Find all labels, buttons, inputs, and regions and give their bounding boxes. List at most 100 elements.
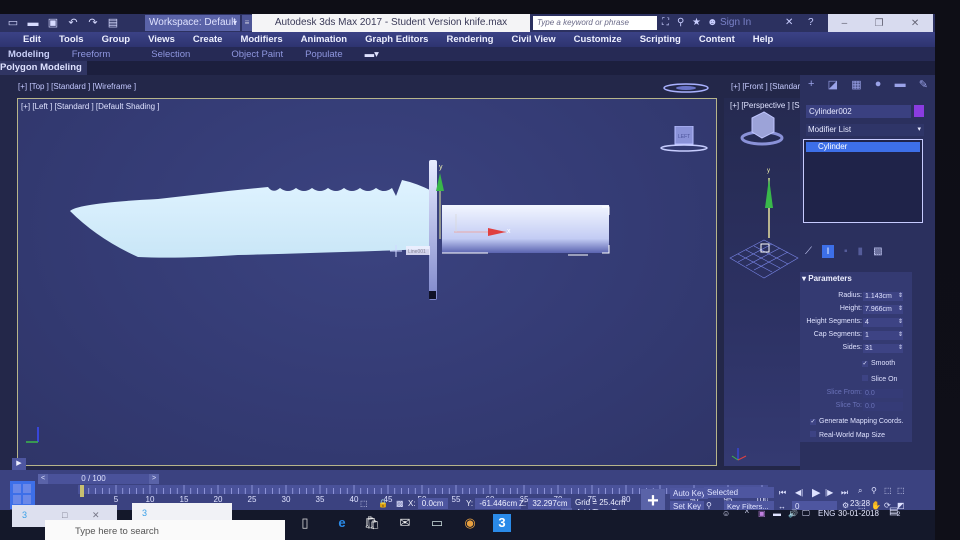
height-spinner[interactable]: ⇕ <box>898 305 903 312</box>
menu-rendering[interactable]: Rendering <box>437 34 502 45</box>
user-icon[interactable]: ☻ <box>707 14 718 32</box>
onenote-tray-icon[interactable]: ▣ <box>758 509 766 518</box>
new-file-icon[interactable]: ▭ <box>6 17 20 29</box>
save-icon[interactable]: ▣ <box>46 17 60 29</box>
modifier-list-dropdown[interactable]: Modifier List ▾ <box>806 124 924 136</box>
redo-icon[interactable]: ↷ <box>86 17 100 29</box>
stack-item-cylinder[interactable]: Cylinder <box>806 142 920 152</box>
close-button[interactable]: ✕ <box>911 18 919 29</box>
sides-input[interactable]: 31 <box>863 344 903 353</box>
menu-customize[interactable]: Customize <box>565 34 631 45</box>
workspace-menu-button[interactable]: ≡ <box>242 15 252 31</box>
help-icon[interactable]: ? <box>808 14 814 32</box>
motion-tab-icon[interactable]: ● <box>875 78 882 90</box>
search-input[interactable]: Type a keyword or phrase <box>533 16 657 30</box>
undo-icon[interactable]: ↶ <box>66 17 80 29</box>
absolute-mode-icon[interactable]: ▩ <box>396 499 404 508</box>
perspective-viewport-label[interactable]: [+] [Perspective ] [S <box>730 101 800 110</box>
cap-segments-input[interactable]: 1 <box>863 331 903 340</box>
zoom-extents-all-icon[interactable]: ⬚ <box>897 486 905 495</box>
menu-civil-view[interactable]: Civil View <box>502 34 564 45</box>
zoom-icon[interactable]: ⌕ <box>858 486 862 496</box>
polygon-modeling-label[interactable]: Polygon Modeling <box>0 61 87 75</box>
menu-graph-editors[interactable]: Graph Editors <box>356 34 437 45</box>
menu-tools[interactable]: Tools <box>50 34 93 45</box>
height-input[interactable]: 7.966cm <box>863 305 903 314</box>
menu-help[interactable]: Help <box>744 34 783 45</box>
slice-to-input[interactable]: 0.0 <box>863 402 903 411</box>
project-icon[interactable]: ▤ <box>106 17 120 29</box>
radius-spinner[interactable]: ⇕ <box>898 292 903 299</box>
menu-create[interactable]: Create <box>184 34 232 45</box>
object-color-swatch[interactable] <box>914 105 924 117</box>
viewcube-top-icon[interactable] <box>662 83 710 93</box>
real-world-map-checkbox[interactable]: Real-World Map Size <box>810 431 885 439</box>
prev-frame-arrow[interactable]: < <box>38 474 48 484</box>
configure-sets-icon[interactable]: ▧ <box>873 246 882 257</box>
chrome-icon[interactable]: ◉ <box>461 514 479 532</box>
generate-mapping-checkbox[interactable]: ✓ Generate Mapping Coords. <box>810 418 903 425</box>
show-hidden-icons[interactable]: ^ <box>745 509 749 518</box>
tab-selection[interactable]: Selection <box>121 49 201 60</box>
file-explorer-icon[interactable]: ▭ <box>428 514 446 532</box>
smooth-checkbox[interactable]: ✓ Smooth <box>862 360 895 367</box>
hierarchy-tab-icon[interactable]: ▦ <box>851 78 861 91</box>
tab-populate[interactable]: Populate <box>294 49 354 60</box>
exchange-icon[interactable]: ✕ <box>785 14 793 32</box>
tab-object-paint[interactable]: Object Paint <box>201 49 294 60</box>
prev-key-icon[interactable]: ◀| <box>795 488 803 497</box>
menu-group[interactable]: Group <box>93 34 140 45</box>
top-viewport-label[interactable]: [+] [Top ] [Standard ] [Wireframe ] <box>18 82 136 91</box>
workspace-dropdown[interactable]: Workspace: Default ▾ <box>145 15 240 31</box>
time-slider[interactable]: < 0 / 100 > <box>38 474 159 484</box>
height-segments-spinner[interactable]: ⇕ <box>898 318 903 325</box>
ribbon-toggle-icon[interactable]: ▬▾ <box>354 49 390 60</box>
create-tab-icon[interactable]: + <box>808 78 814 90</box>
volume-icon[interactable]: 🔊 <box>788 509 798 518</box>
slice-on-checkbox[interactable]: Slice On <box>862 375 897 383</box>
current-frame-marker[interactable] <box>80 485 84 497</box>
auto-key-button[interactable]: Auto Key <box>670 488 709 499</box>
modify-tab-icon[interactable]: ◪ <box>828 78 838 91</box>
object-name-field[interactable]: Cylinder002 <box>806 105 911 118</box>
sides-spinner[interactable]: ⇕ <box>898 344 903 351</box>
display-tab-icon[interactable]: ▬ <box>895 78 906 90</box>
edge-icon[interactable]: e <box>333 514 351 532</box>
parameters-header[interactable]: ▾ Parameters <box>802 274 852 283</box>
battery-icon[interactable]: ▬ <box>773 509 781 518</box>
next-key-icon[interactable]: |▶ <box>825 488 833 497</box>
menu-modifiers[interactable]: Modifiers <box>231 34 291 45</box>
go-to-end-icon[interactable]: ⏭ <box>841 488 848 498</box>
sign-in-link[interactable]: Sign In <box>720 14 751 32</box>
key-filter-icon[interactable]: ⚲ <box>706 501 712 510</box>
y-input[interactable]: -61.446cm <box>475 498 522 509</box>
radius-input[interactable]: 1.143cm <box>863 292 903 301</box>
key-mode-dropdown[interactable]: Selected <box>704 487 774 498</box>
minimize-button[interactable]: – <box>842 18 848 29</box>
restore-button[interactable]: ❐ <box>875 18 884 29</box>
utilities-tab-icon[interactable]: ✎ <box>919 78 928 91</box>
people-icon[interactable]: ☺ <box>722 509 730 518</box>
tab-modeling[interactable]: Modeling <box>0 49 61 60</box>
perspective-viewport[interactable]: [+] [Perspective ] [S y <box>724 98 800 466</box>
height-segments-input[interactable]: 4 <box>863 318 903 327</box>
x-input[interactable]: 0.0cm <box>417 498 448 509</box>
zoom-all-icon[interactable]: ⚲ <box>871 486 877 495</box>
show-end-result-icon[interactable]: I <box>822 244 834 258</box>
open-folder-icon[interactable]: ▬ <box>26 17 40 29</box>
taskbar-search-input[interactable]: Type here to search <box>45 520 285 540</box>
left-viewport[interactable]: [+] [Left ] [Standard ] [Default Shading… <box>17 98 717 466</box>
front-viewport-label[interactable]: [+] [Front ] [Standar <box>731 82 801 91</box>
3dsmax-taskbar-icon[interactable]: 3 <box>493 514 511 532</box>
menu-animation[interactable]: Animation <box>292 34 356 45</box>
isolate-selection-icon[interactable]: ⬚ <box>360 499 368 508</box>
remove-modifier-icon[interactable]: ▮ <box>858 246 864 257</box>
play-icon[interactable]: ▶ <box>812 486 820 499</box>
viewcube-left[interactable]: LEFT <box>658 125 708 156</box>
make-unique-icon[interactable]: ▪ <box>844 246 848 257</box>
network-icon[interactable]: 🖵 <box>802 509 810 519</box>
zoom-extents-icon[interactable]: ⬚ <box>884 486 892 495</box>
go-to-start-icon[interactable]: ⏮ <box>779 488 786 498</box>
knife-model[interactable]: y x Line001 <box>18 99 718 467</box>
language-indicator[interactable]: ENG <box>818 509 835 518</box>
